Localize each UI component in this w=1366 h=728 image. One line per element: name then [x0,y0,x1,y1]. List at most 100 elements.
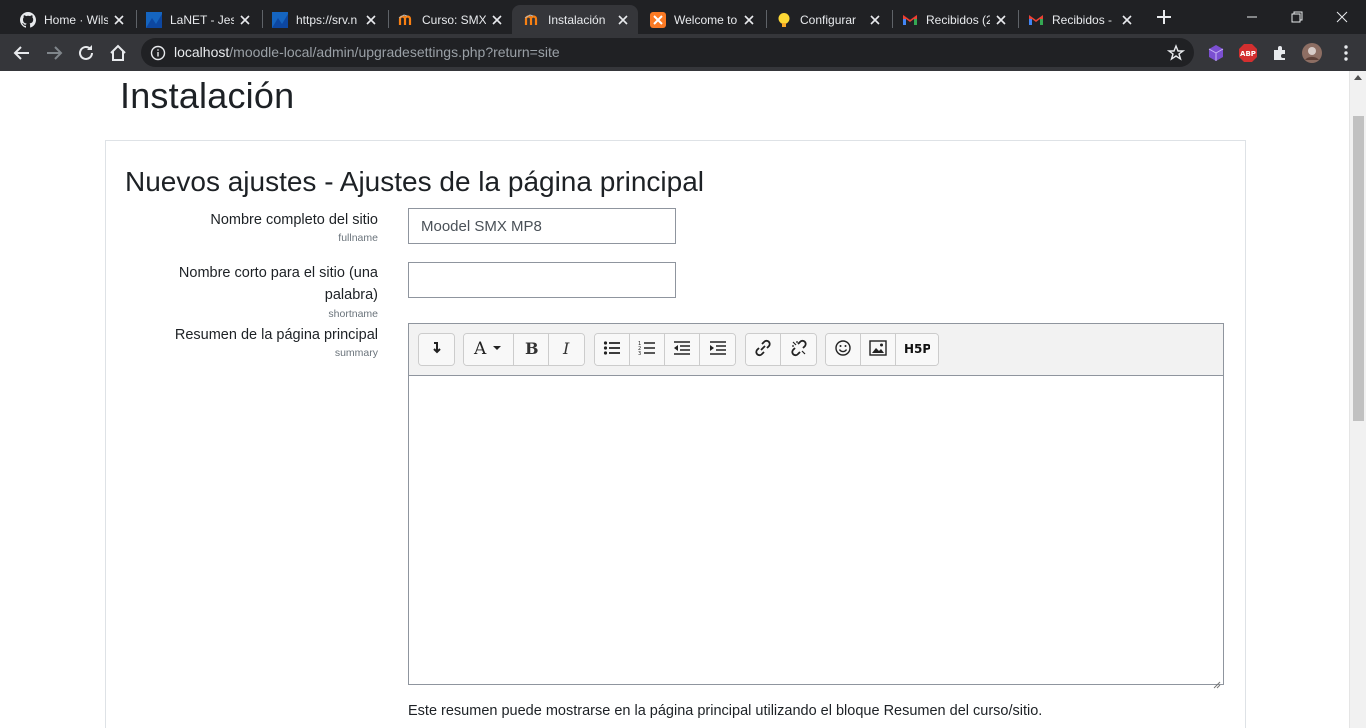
scroll-up-icon[interactable] [1354,75,1362,80]
bulb-icon [776,12,792,28]
vertical-scrollbar[interactable] [1349,71,1366,728]
lanet-icon [146,11,162,28]
unordered-list-icon [603,340,621,360]
url-path: /moodle-local/admin/upgradesettings.php?… [229,44,560,60]
svg-text:I: I [562,340,570,356]
scrollbar-thumb[interactable] [1353,116,1364,421]
shortname-setting-name: shortname [328,308,378,320]
italic-button[interactable]: I [549,334,584,365]
emoji-button[interactable] [826,334,861,365]
restore-icon[interactable] [1288,8,1306,26]
outdent-button[interactable] [665,334,700,365]
extensions-puzzle-icon[interactable] [1270,43,1290,63]
tab-gmail-2[interactable]: Recibidos - [1016,5,1142,34]
indent-icon [709,340,727,360]
xampp-icon [650,11,666,28]
toolbar-group-collapse [418,333,455,366]
summary-editor-content[interactable] [409,377,1223,684]
tab-srv[interactable]: https://srv.n [260,5,386,34]
bold-icon: B [523,339,539,360]
h5p-button[interactable]: H5P [896,334,938,365]
tab-title: LaNET - Jes [170,12,234,27]
shortname-input[interactable] [408,262,676,298]
moodle-icon [524,12,540,28]
forward-icon[interactable] [44,43,64,63]
tab-title: Recibidos (2 [926,12,990,27]
link-button[interactable] [746,334,781,365]
profile-avatar[interactable] [1302,43,1322,63]
emoji-icon [834,339,852,361]
bold-button[interactable]: B [514,334,549,365]
expand-toolbar-button[interactable] [419,334,454,365]
adblock-label: ABP [1240,50,1256,58]
image-icon [869,339,887,360]
tab-welcome[interactable]: Welcome to [638,5,764,34]
shortname-label: Nombre corto para el sitio (una palabra) [179,262,378,306]
font-style-icon: A [473,339,505,360]
tab-configurar[interactable]: Configurar [764,5,890,34]
fullname-input[interactable]: Moodel SMX MP8 [408,208,676,244]
close-tab-icon[interactable] [742,13,756,27]
close-window-icon[interactable] [1333,8,1351,26]
outdent-icon [673,340,691,360]
tab-lanet[interactable]: LaNET - Jes [134,5,260,34]
tab-title: Curso: SMX [422,12,486,27]
tab-title: Welcome to [674,12,738,27]
new-tab-icon[interactable] [1155,8,1173,26]
fullname-setting-name: fullname [338,232,378,244]
toolbar-group-lists: 123 [594,333,736,366]
tab-title: Configurar [800,12,857,27]
svg-text:3: 3 [638,351,641,356]
reload-icon[interactable] [76,43,96,63]
toolbar-group-style: A B I [463,333,585,366]
resize-handle-icon[interactable] [1213,674,1221,689]
ordered-list-button[interactable]: 123 [630,334,665,365]
tab-instalacion-active[interactable]: Instalación [512,5,638,34]
tab-github-home[interactable]: Home · Wils [8,5,134,34]
menu-kebab-icon[interactable] [1336,43,1356,63]
moodle-icon [398,12,414,28]
atto-editor: A B I 123 H5P [408,323,1224,689]
back-icon[interactable] [12,43,32,63]
extension-cube-icon[interactable] [1206,43,1226,63]
image-button[interactable] [861,334,896,365]
ordered-list-icon: 123 [638,340,656,360]
indent-button[interactable] [700,334,735,365]
bookmark-star-icon[interactable] [1166,44,1186,62]
unlink-icon [790,339,808,361]
close-tab-icon[interactable] [112,13,126,27]
tab-gmail-1[interactable]: Recibidos (2 [890,5,1016,34]
unordered-list-button[interactable] [595,334,630,365]
close-tab-icon[interactable] [616,13,630,27]
toolbar-group-links [745,333,817,366]
tab-curso-smx[interactable]: Curso: SMX [386,5,512,34]
svg-text:B: B [525,340,539,356]
close-tab-icon[interactable] [868,13,882,27]
close-tab-icon[interactable] [238,13,252,27]
svg-text:A: A [473,340,487,356]
tab-title: Home · Wils [44,12,108,27]
toolbar-group-insert: H5P [825,333,939,366]
adblock-plus-icon[interactable]: ABP [1238,43,1258,63]
browser-toolbar: localhost/moodle-local/admin/upgradesett… [0,34,1366,71]
close-tab-icon[interactable] [364,13,378,27]
tab-strip: Home · Wils LaNET - Jes https://srv.n Cu… [0,0,1366,34]
summary-setting-name: summary [334,347,378,359]
tab-title: Recibidos - [1052,12,1113,27]
page-title: Instalación [120,75,295,116]
tab-title: Instalación [548,12,606,27]
section-title: Nuevos ajustes - Ajustes de la página pr… [125,166,705,197]
unlink-button[interactable] [781,334,816,365]
lanet-icon [272,11,288,28]
address-bar[interactable]: localhost/moodle-local/admin/upgradesett… [141,38,1194,67]
summary-label: Resumen de la página principal [174,327,378,343]
home-icon[interactable] [108,43,128,63]
url-host: localhost [174,44,230,60]
close-tab-icon[interactable] [1120,13,1134,27]
italic-icon: I [559,339,575,360]
close-tab-icon[interactable] [490,13,504,27]
minimize-icon[interactable] [1243,8,1261,26]
site-info-icon[interactable] [150,45,166,61]
font-style-button[interactable]: A [464,334,514,365]
close-tab-icon[interactable] [994,13,1008,27]
